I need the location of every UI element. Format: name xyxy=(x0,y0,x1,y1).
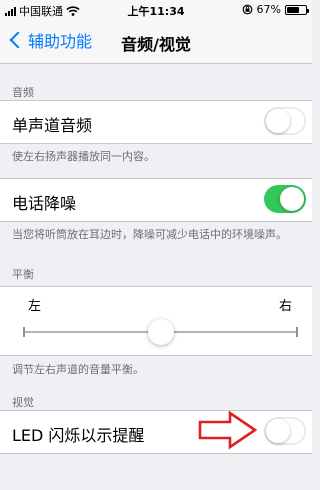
balance-left-label: 左 xyxy=(28,299,42,314)
balance-slider-thumb[interactable] xyxy=(147,319,174,345)
status-right: 67% xyxy=(242,3,309,16)
slider-tick-right xyxy=(296,327,298,337)
annotation-arrow-icon xyxy=(198,410,258,450)
toggle-knob xyxy=(280,187,304,211)
battery-icon xyxy=(285,4,309,15)
toggle-knob xyxy=(266,109,290,133)
phone-noise-cancellation-row: 电话降噪 xyxy=(0,178,312,222)
section-header-audio: 音频 xyxy=(12,86,34,99)
mono-audio-label: 单声道音频 xyxy=(12,116,93,135)
led-flash-label: LED 闪烁以示提醒 xyxy=(12,426,145,445)
mono-audio-row: 单声道音频 xyxy=(0,100,312,144)
led-flash-toggle[interactable] xyxy=(264,417,306,445)
slider-tick-left xyxy=(23,327,25,337)
back-label: 辅助功能 xyxy=(28,32,93,51)
navigation-bar: 辅助功能 音频/视觉 xyxy=(0,20,312,64)
phone-noise-cancellation-label: 电话降噪 xyxy=(12,194,77,213)
led-flash-row: LED 闪烁以示提醒 xyxy=(0,410,312,454)
status-bar: 中国联通 上午11:34 67% xyxy=(0,0,312,20)
section-header-balance: 平衡 xyxy=(12,268,34,281)
noise-cancellation-footer: 当您将听筒放在耳边时，降噪可减少电话中的环境噪声。 xyxy=(12,228,287,241)
mono-audio-footer: 使左右扬声器播放同一内容。 xyxy=(12,150,155,163)
chevron-left-icon xyxy=(9,31,27,49)
section-header-visual: 视觉 xyxy=(12,396,34,409)
balance-footer: 调节左右声道的音量平衡。 xyxy=(12,363,144,376)
balance-slider-row: 左 右 xyxy=(0,286,312,356)
back-button[interactable]: 辅助功能 xyxy=(8,28,92,52)
phone-noise-cancellation-toggle[interactable] xyxy=(264,185,306,213)
orientation-lock-icon xyxy=(242,4,252,15)
battery-percent: 67% xyxy=(256,3,281,16)
balance-right-label: 右 xyxy=(278,299,292,314)
mono-audio-toggle[interactable] xyxy=(264,107,306,135)
toggle-knob xyxy=(266,419,290,443)
